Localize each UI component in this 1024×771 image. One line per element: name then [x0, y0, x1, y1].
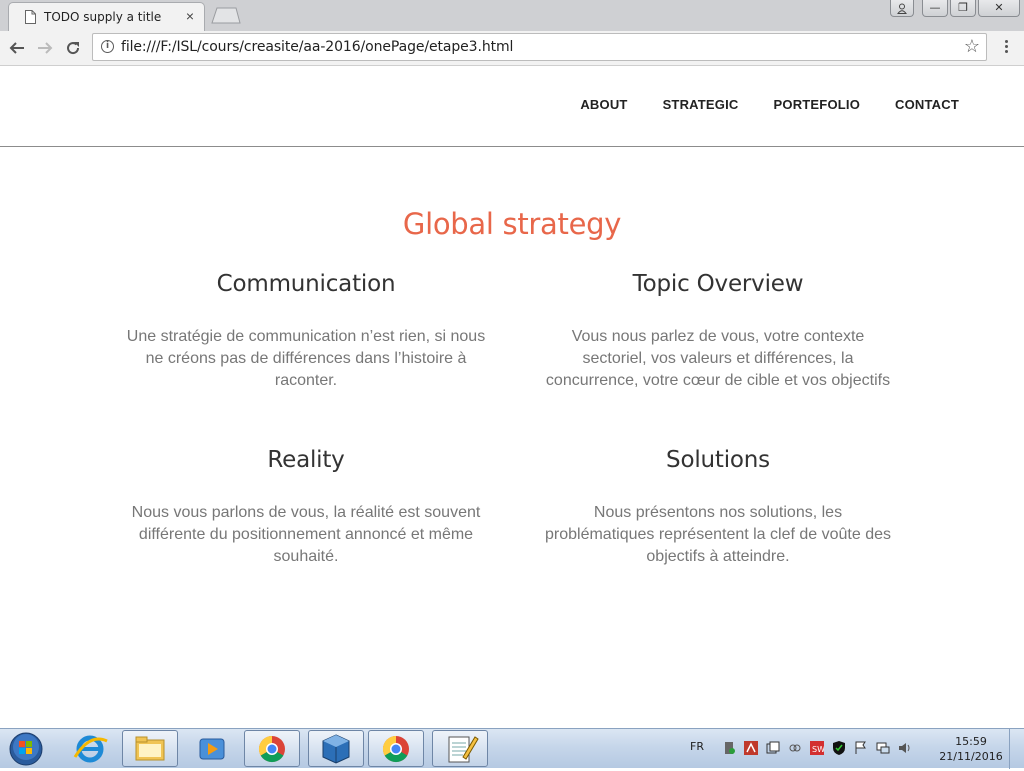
taskbar-ie[interactable] — [62, 730, 118, 767]
card-text: Nous présentons nos solutions, les probl… — [545, 504, 891, 565]
reload-button[interactable] — [62, 37, 84, 59]
card-communication: Communication Une stratégie de communica… — [126, 271, 486, 392]
clock[interactable]: 15:59 21/11/2016 — [936, 734, 1006, 764]
main-nav: ABOUT STRATEGIC PORTEFOLIO CONTACT — [545, 97, 959, 112]
system-tray: FR SW 15:59 21/11/2016 — [684, 729, 1024, 769]
browser-titlebar: TODO supply a title × — ❐ ✕ — [0, 0, 1024, 31]
minimize-button[interactable]: — — [922, 0, 948, 17]
taskbar-virtualbox[interactable] — [308, 730, 364, 767]
show-desktop-button[interactable] — [1009, 729, 1024, 769]
usb-icon[interactable] — [722, 741, 736, 755]
info-icon[interactable]: i — [101, 40, 114, 53]
card-text: Vous nous parlez de vous, votre contexte… — [545, 328, 891, 389]
nav-portefolio[interactable]: PORTEFOLIO — [774, 97, 861, 112]
web-page: ABOUT STRATEGIC PORTEFOLIO CONTACT Globa… — [0, 66, 1024, 728]
card-heading: Reality — [267, 447, 345, 473]
language-indicator[interactable]: FR — [690, 740, 704, 753]
taskbar-explorer[interactable] — [122, 730, 178, 767]
browser-tab[interactable]: TODO supply a title × — [8, 2, 205, 31]
address-bar[interactable]: i file:///F:/ISL/cours/creasite/aa-2016/… — [92, 33, 987, 61]
card-heading: Solutions — [666, 447, 770, 473]
card-heading: Topic Overview — [632, 271, 804, 297]
maximize-button[interactable]: ❐ — [950, 0, 976, 17]
clock-date: 21/11/2016 — [939, 750, 1003, 763]
bookmark-star-icon[interactable]: ☆ — [964, 36, 980, 57]
windows-icon[interactable] — [766, 741, 780, 755]
card-reality: Reality Nous vous parlons de vous, la ré… — [126, 447, 486, 568]
taskbar-notepad[interactable] — [432, 730, 488, 767]
profile-button[interactable] — [890, 0, 914, 17]
virtualbox-icon — [322, 734, 350, 764]
link-icon[interactable] — [788, 741, 802, 755]
tab-close-icon[interactable]: × — [186, 8, 194, 24]
internet-explorer-icon — [73, 735, 108, 763]
notepad-icon — [448, 736, 479, 763]
browser-toolbar: i file:///F:/ISL/cours/creasite/aa-2016/… — [0, 31, 1024, 66]
reload-icon — [67, 42, 80, 55]
card-text: Nous vous parlons de vous, la réalité es… — [131, 504, 481, 565]
start-orb-icon[interactable] — [4, 730, 44, 768]
window-controls: — ❐ ✕ — [890, 0, 1020, 20]
taskbar-chrome-1[interactable] — [244, 730, 300, 767]
close-window-button[interactable]: ✕ — [978, 0, 1020, 17]
nav-strategic[interactable]: STRATEGIC — [663, 97, 739, 112]
adobe-icon[interactable] — [744, 741, 758, 755]
file-explorer-icon — [135, 736, 165, 761]
network-icon[interactable] — [876, 741, 890, 755]
flag-icon[interactable] — [854, 741, 868, 755]
back-arrow-icon — [9, 42, 24, 54]
browser-menu-icon[interactable] — [999, 38, 1013, 58]
user-icon — [897, 3, 907, 14]
card-text: Une stratégie de communication n’est rie… — [126, 328, 486, 389]
svg-text:SW: SW — [812, 745, 824, 754]
forward-arrow-icon — [38, 42, 53, 54]
section-title: Global strategy — [402, 207, 622, 242]
sw-icon[interactable]: SW — [810, 741, 824, 755]
tab-title: TODO supply a title — [44, 10, 162, 24]
taskbar-chrome-2[interactable] — [368, 730, 424, 767]
back-button[interactable] — [6, 37, 28, 59]
nav-contact[interactable]: CONTACT — [895, 97, 959, 112]
chrome-icon — [258, 735, 285, 763]
new-tab-button[interactable] — [209, 7, 241, 24]
url-text[interactable]: file:///F:/ISL/cours/creasite/aa-2016/on… — [121, 39, 513, 55]
taskbar-media-player[interactable] — [184, 730, 240, 767]
card-topic-overview: Topic Overview Vous nous parlez de vous,… — [538, 271, 898, 392]
shield-icon[interactable] — [832, 741, 846, 755]
windows-taskbar: FR SW 15:59 21/11/2016 — [0, 728, 1024, 769]
chrome-icon — [382, 735, 409, 763]
clock-time: 15:59 — [955, 735, 987, 748]
card-heading: Communication — [216, 271, 396, 297]
volume-icon[interactable] — [898, 741, 912, 755]
card-solutions: Solutions Nous présentons nos solutions,… — [538, 447, 898, 568]
document-icon — [25, 10, 36, 24]
nav-about[interactable]: ABOUT — [580, 97, 627, 112]
media-player-icon — [199, 738, 225, 760]
forward-button[interactable] — [34, 37, 56, 59]
site-header: ABOUT STRATEGIC PORTEFOLIO CONTACT — [0, 66, 1024, 147]
